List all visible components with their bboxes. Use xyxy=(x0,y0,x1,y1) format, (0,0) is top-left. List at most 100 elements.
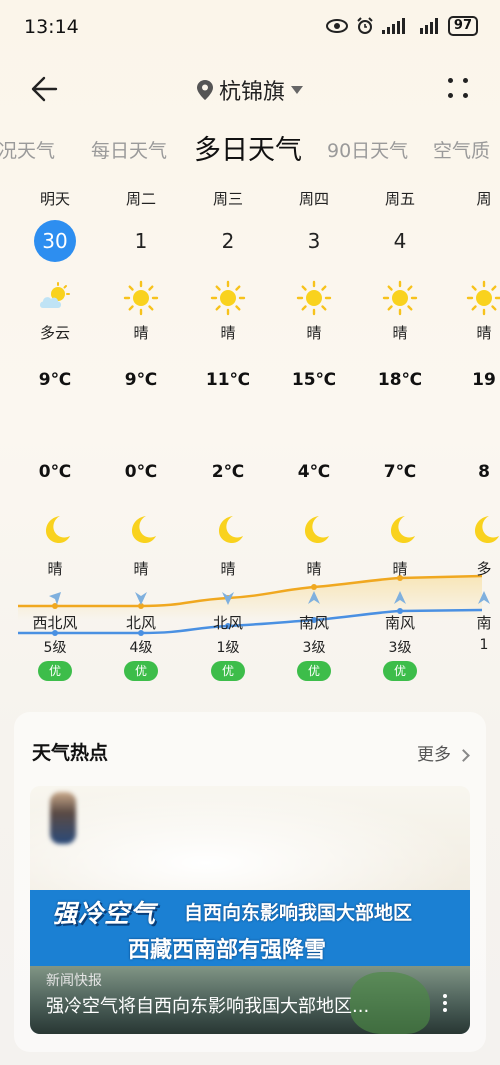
signal-icon-2 xyxy=(419,18,438,34)
aqi-badge: 优 xyxy=(383,661,417,681)
wind-direction: 南风 xyxy=(298,614,329,632)
location-name: 杭锦旗 xyxy=(218,80,285,105)
banner-line-1: 自西向东影响我国大部地区 xyxy=(184,902,413,924)
low-temp: 4℃ xyxy=(297,462,331,482)
aqi-badge: 优 xyxy=(38,661,72,681)
day-date: 30 xyxy=(34,220,76,262)
wind-level: 1 xyxy=(479,637,489,653)
forecast-day-column[interactable]: 周四 3 晴 15℃ 4℃ 晴南风 3级优 xyxy=(271,180,357,690)
day-of-week: 周 xyxy=(476,190,492,208)
location-selector[interactable]: 杭锦旗 xyxy=(0,74,500,106)
section-title: 天气热点 xyxy=(32,742,109,764)
forecast-day-column[interactable]: 周五 4 晴 18℃ 7℃ 晴南风 3级优 xyxy=(357,180,443,690)
forecast-day-column[interactable]: 周三 2 晴 11℃ 2℃ 晴北风 1级优 xyxy=(185,180,271,690)
night-condition: 晴 xyxy=(133,560,149,578)
low-temp: 0℃ xyxy=(38,462,72,482)
news-banner: 强冷空气 自西向东影响我国大部地区 西藏西南部有强降雪 xyxy=(30,890,470,966)
forecast-day-column[interactable]: 周二 1 晴 9℃ 0℃ 晴北风 4级优 xyxy=(98,180,184,690)
wind-direction: 南风 xyxy=(384,614,415,632)
more-label: 更多 xyxy=(417,745,451,765)
high-temp: 9℃ xyxy=(124,370,158,390)
aqi-badge: 优 xyxy=(211,661,245,681)
wind-level: 3级 xyxy=(302,640,326,656)
partly-cloudy-icon xyxy=(37,280,73,316)
sun-icon xyxy=(296,280,332,316)
day-condition: 晴 xyxy=(133,324,149,342)
day-of-week: 周二 xyxy=(125,190,156,208)
forecast-day-column[interactable]: 明天 30 多云 9℃ 0℃ 晴西北风 5级优 xyxy=(12,180,98,690)
high-temp: 18℃ xyxy=(377,370,423,390)
night-condition: 晴 xyxy=(220,560,236,578)
wind-direction: 北风 xyxy=(212,614,243,632)
sun-icon xyxy=(210,280,246,316)
day-of-week: 周五 xyxy=(384,190,415,208)
day-date: 1 xyxy=(134,229,148,253)
high-temp: 11℃ xyxy=(205,370,251,390)
news-image-background xyxy=(30,786,470,896)
high-temp: 19 xyxy=(472,370,496,390)
tab-daily[interactable]: 每日天气 xyxy=(91,136,167,163)
wind-level: 4级 xyxy=(129,640,153,656)
day-date: 2 xyxy=(221,229,235,253)
more-link[interactable]: 更多 xyxy=(417,740,470,765)
day-condition: 晴 xyxy=(476,324,492,342)
moon-icon xyxy=(124,512,158,546)
aqi-badge: 优 xyxy=(124,661,158,681)
low-temp: 0℃ xyxy=(124,462,158,482)
news-card[interactable]: 强冷空气 自西向东影响我国大部地区 西藏西南部有强降雪 新闻快报 强冷空气将自西… xyxy=(30,786,470,1034)
chevron-right-icon xyxy=(457,748,470,762)
high-temp: 15℃ xyxy=(291,370,337,390)
news-caption: 强冷空气将自西向东影响我国大部地区... xyxy=(46,996,370,1017)
more-options-icon[interactable] xyxy=(446,76,470,100)
battery-indicator: 97 xyxy=(447,16,478,36)
news-menu-icon[interactable] xyxy=(442,992,448,1014)
tab-90-day[interactable]: 90日天气 xyxy=(327,136,408,163)
low-temp: 2℃ xyxy=(211,462,245,482)
sun-icon xyxy=(466,280,500,316)
status-icons: 97 xyxy=(325,16,478,36)
moon-icon xyxy=(383,512,417,546)
low-temp: 7℃ xyxy=(383,462,417,482)
wind-direction: 南 xyxy=(476,614,492,632)
night-condition: 晴 xyxy=(306,560,322,578)
wind-level: 1级 xyxy=(216,640,240,656)
banner-title: 强冷空气 xyxy=(52,899,157,928)
day-condition: 晴 xyxy=(392,324,408,342)
day-condition: 多云 xyxy=(39,324,70,342)
tab-multi-day[interactable]: 多日天气 xyxy=(194,128,302,167)
tab-air-quality[interactable]: 空气质 xyxy=(433,136,490,163)
wind-direction-icon xyxy=(220,590,236,606)
wind-level: 3级 xyxy=(388,640,412,656)
moon-icon xyxy=(467,512,500,546)
news-tag: 新闻快报 xyxy=(46,973,102,989)
status-bar: 13:14 97 xyxy=(0,0,500,56)
chevron-down-icon xyxy=(291,86,303,94)
moon-icon xyxy=(38,512,72,546)
sun-icon xyxy=(123,280,159,316)
forecast-tabs: 况天气 每日天气 多日天气 90日天气 空气质 xyxy=(0,126,500,172)
wind-direction: 北风 xyxy=(125,614,156,632)
tab-realtime[interactable]: 况天气 xyxy=(0,136,55,163)
aqi-badge: 优 xyxy=(297,661,331,681)
alarm-icon xyxy=(357,17,373,34)
night-condition: 多 xyxy=(476,560,492,578)
status-time: 13:14 xyxy=(24,16,79,38)
night-condition: 晴 xyxy=(392,560,408,578)
day-condition: 晴 xyxy=(220,324,236,342)
wind-level: 5级 xyxy=(43,640,67,656)
low-temp: 8 xyxy=(478,462,490,482)
banner-line-2: 西藏西南部有强降雪 xyxy=(128,938,327,963)
wind-direction-icon xyxy=(133,590,149,606)
eye-icon xyxy=(325,19,348,33)
day-of-week: 周三 xyxy=(212,190,243,208)
signal-icon xyxy=(381,18,405,34)
wind-direction-icon xyxy=(306,590,322,606)
day-condition: 晴 xyxy=(306,324,322,342)
multi-day-forecast: 明天 30 多云 9℃ 0℃ 晴西北风 5级优 周二 1 晴 9℃ 0℃ 晴北风 4级优 周三 2 晴 11℃ 2℃… xyxy=(0,180,500,700)
location-pin-icon xyxy=(196,80,213,100)
forecast-day-column[interactable]: 周晴 19 8 多南 1 xyxy=(441,180,500,690)
day-date: 4 xyxy=(393,229,407,253)
moon-icon xyxy=(297,512,331,546)
wind-direction: 西北风 xyxy=(32,614,78,632)
day-date xyxy=(463,220,500,262)
